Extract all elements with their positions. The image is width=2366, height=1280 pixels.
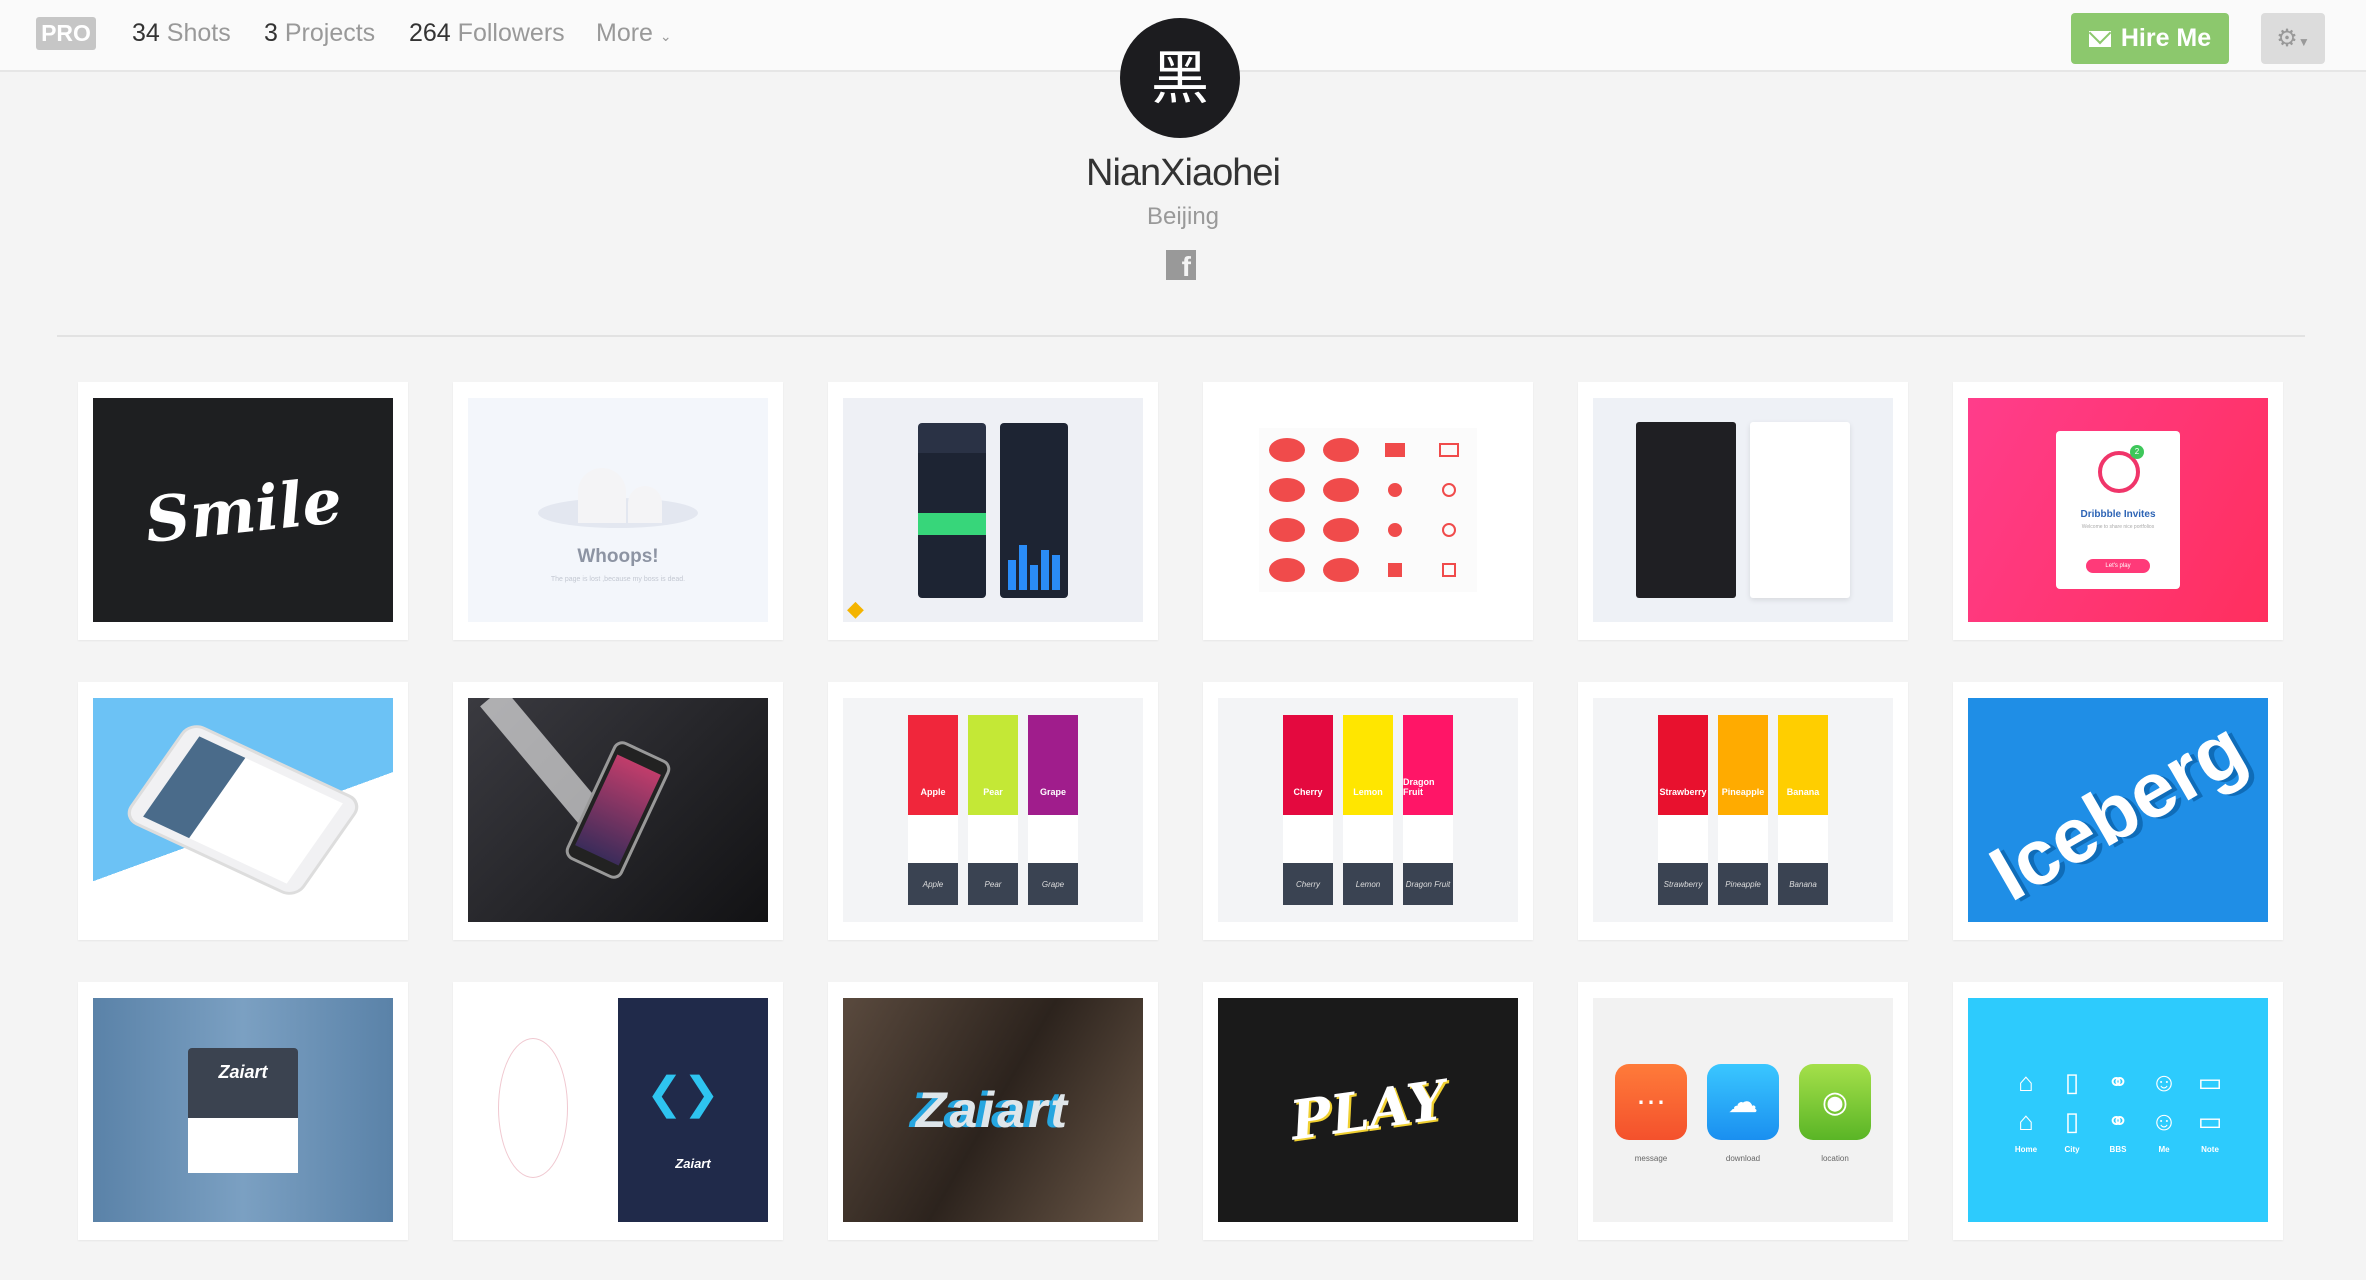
divider [57, 335, 2305, 337]
icon-set-grid [1259, 428, 1477, 592]
sketch-icon: ◆ [847, 596, 864, 621]
lets-play-button: Let's play [2086, 559, 2150, 573]
shot-card[interactable]: Strawberry Strawberry Pineapple Pineapple … [1578, 682, 1908, 940]
shot-card[interactable]: Iceberg [1953, 682, 2283, 940]
hire-me-button[interactable]: Hire Me [2071, 13, 2229, 64]
more-menu[interactable]: More ⌄ [596, 19, 672, 48]
fruit-card-dragon-fruit: Dragon Fruit Dragon Fruit [1403, 715, 1453, 905]
avatar[interactable]: 黑 [1120, 18, 1240, 138]
fruit-card-apple: Apple Apple [908, 715, 958, 905]
invite-subtitle: Welcome to share nice portfolios [2081, 524, 2155, 530]
fruit-cards: Apple Apple Pear Pear Grape Grape [908, 715, 1078, 905]
fruit-card-banana: Banana Banana [1778, 715, 1828, 905]
shot-card[interactable]: Cherry Cherry Lemon Lemon Dragon Fruit Drag… [1203, 682, 1533, 940]
projects-link[interactable]: 3 Projects [264, 19, 375, 48]
whoops-subtitle: The page is lost ,because my boss is dea… [550, 576, 686, 583]
nav-icon-set: ⌂ ▯ ⚭ ☺ ▭ ⌂ ▯ ⚭ ☺ ▭ Home City BBS Me Note [2014, 1066, 2223, 1154]
shot-card[interactable]: 2 Dribbble Invites Welcome to share nice… [1953, 382, 2283, 640]
shot-card[interactable]: Smile [78, 382, 408, 640]
profile-location: Beijing [1146, 203, 1220, 230]
app-icon-message: ⋯ message [1615, 1064, 1687, 1163]
ghost-illustration [628, 486, 662, 523]
shot-card[interactable]: ⌂ ▯ ⚭ ☺ ▭ ⌂ ▯ ⚭ ☺ ▭ Home City BBS Me Note [1953, 982, 2283, 1240]
shot-card[interactable] [1203, 382, 1533, 640]
settings-button[interactable]: ⚙▼ [2261, 13, 2325, 64]
shot-card[interactable]: PLAY [1203, 982, 1533, 1240]
whoops-title: Whoops! [577, 546, 659, 567]
invite-title: Dribbble Invites [2080, 509, 2156, 520]
shot-card[interactable]: ◆ [828, 382, 1158, 640]
fruit-card-strawberry: Strawberry Strawberry [1658, 715, 1708, 905]
fruit-cards: Cherry Cherry Lemon Lemon Dragon Fruit Drag… [1283, 715, 1453, 905]
zaiart-logo: ❮❯ Zaiart [618, 998, 768, 1222]
invite-card: 2 Dribbble Invites Welcome to share nice… [2056, 431, 2180, 589]
shot-card[interactable]: ⋯ message ☁ download ◉ location [1578, 982, 1908, 1240]
gear-icon: ⚙ [2276, 25, 2298, 52]
shot-card[interactable]: Zaiart [828, 982, 1158, 1240]
fruit-card-lemon: Lemon Lemon [1343, 715, 1393, 905]
dark-profile-screen [1636, 422, 1736, 598]
ghost-illustration [578, 468, 626, 523]
logo-construction [498, 1038, 568, 1178]
envelope-icon [2088, 30, 2111, 47]
invite-badge: 2 [2130, 445, 2144, 459]
shot-card[interactable] [1578, 382, 1908, 640]
zaiart-dialog: Zaiart [188, 1047, 298, 1173]
phone-screen-bars [1000, 422, 1068, 598]
shot-card[interactable]: Zaiart [78, 982, 408, 1240]
zaiart-wood-lettering: Zaiart [915, 1082, 1071, 1138]
smile-lettering: Smile [141, 463, 345, 557]
play-lettering: PLAY [1286, 1067, 1450, 1153]
app-icon-location: ◉ location [1799, 1064, 1871, 1163]
fruit-cards: Strawberry Strawberry Pineapple Pineapple … [1658, 715, 1828, 905]
phone-screen-chart [918, 422, 986, 598]
shot-card[interactable] [78, 682, 408, 940]
pro-badge: PRO [36, 17, 96, 50]
followers-link[interactable]: 264 Followers [409, 19, 565, 48]
fruit-card-grape: Grape Grape [1028, 715, 1078, 905]
caret-down-icon: ▼ [2297, 35, 2310, 49]
light-profile-screen [1750, 422, 1850, 598]
shot-card[interactable]: Apple Apple Pear Pear Grape Grape [828, 682, 1158, 940]
profile-name: NianXiaohei [1086, 152, 1281, 194]
fruit-card-cherry: Cherry Cherry [1283, 715, 1333, 905]
chevron-down-icon: ⌄ [659, 28, 672, 44]
shot-card[interactable] [453, 682, 783, 940]
fruit-card-pear: Pear Pear [968, 715, 1018, 905]
shots-link[interactable]: 34 Shots [132, 19, 231, 48]
facebook-icon[interactable]: f [1166, 250, 1196, 280]
shot-card[interactable]: Whoops! The page is lost ,because my bos… [453, 382, 783, 640]
iceberg-lettering: Iceberg [1975, 702, 2260, 918]
shots-grid: Smile Whoops! The page is lost ,because … [78, 382, 2283, 1240]
app-icon-download: ☁ download [1707, 1064, 1779, 1163]
fruit-card-pineapple: Pineapple Pineapple [1718, 715, 1768, 905]
shot-card[interactable]: ❮❯ Zaiart [453, 982, 783, 1240]
phone-mockup [121, 720, 365, 900]
